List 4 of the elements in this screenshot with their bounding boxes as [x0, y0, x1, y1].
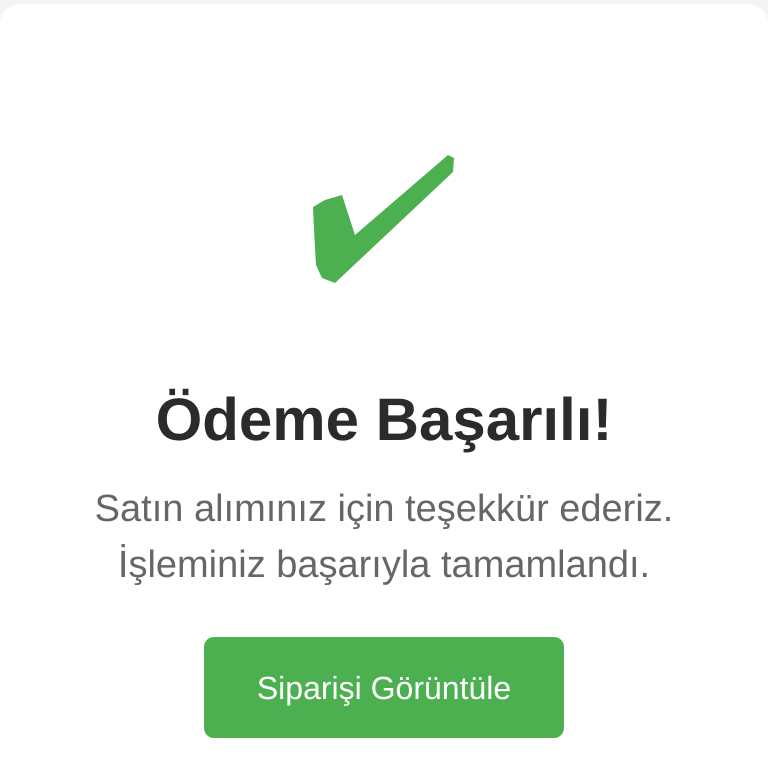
success-title: Ödeme Başarılı!	[156, 390, 612, 450]
view-order-button[interactable]: Siparişi Görüntüle	[204, 637, 564, 738]
checkmark-icon	[312, 153, 456, 286]
success-message: Satın alımınız için teşekkür ederiz. İşleminiz başarıyla tamamlandı.	[94, 487, 674, 588]
